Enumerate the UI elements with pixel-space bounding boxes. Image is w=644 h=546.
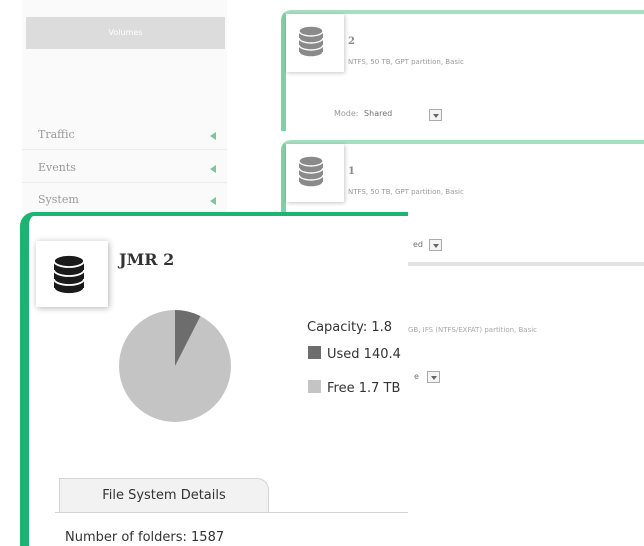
legend-free: Free 1.7 TB [308,380,400,396]
triangle-left-icon [210,132,216,140]
tab-file-system-details[interactable]: File System Details [59,478,269,512]
volume-detail-panel: JMR 2 Capacity: 1.8 Used 140.4 Free 1.7 … [20,212,408,546]
sidebar-item-volumes[interactable]: Volumes [26,17,225,49]
database-icon [298,25,324,58]
volume-card[interactable]: GB, IFS (NTFS/EXFAT) partition, Basic e [400,262,644,386]
mode-value[interactable]: Shared [364,109,392,118]
volume-card[interactable]: 2 NTFS, 50 TB, GPT partition, Basic Mode… [281,10,644,131]
legend-swatch-free [308,380,321,393]
folder-count: Number of folders: 1587 [65,530,225,545]
volume-icon-box [286,144,344,202]
sidebar-item-events[interactable]: Events [38,157,228,181]
usage-pie-chart [119,310,231,422]
mode-value[interactable]: e [414,372,419,381]
sidebar-item-label: System [38,193,79,206]
volume-title: JMR 2 [119,250,175,269]
volume-info: GB, IFS (NTFS/EXFAT) partition, Basic [408,326,538,334]
sidebar-item-label: Traffic [38,128,75,141]
sidebar: Volumes Traffic Events System [22,0,227,214]
sidebar-item-system[interactable]: System [38,189,228,213]
volume-info: NTFS, 50 TB, GPT partition, Basic [348,58,464,66]
volume-info: NTFS, 50 TB, GPT partition, Basic [348,188,464,196]
legend-used-label: Used 140.4 [327,347,401,362]
chevron-down-icon[interactable] [427,371,440,383]
volume-name: 2 [348,36,355,47]
legend-used: Used 140.4 [308,346,401,362]
mode-row: Mode: Shared [334,109,392,118]
divider [22,182,227,183]
database-icon [298,155,324,188]
volume-icon-box [286,14,344,72]
database-icon [53,254,85,295]
volume-icon-box [36,241,108,307]
chevron-down-icon[interactable] [429,109,442,121]
triangle-left-icon [210,165,216,173]
sidebar-item-traffic[interactable]: Traffic [38,124,228,148]
mode-value[interactable]: ed [413,240,423,249]
triangle-left-icon [210,197,216,205]
legend-swatch-used [308,346,321,359]
volume-name: 1 [348,166,355,177]
capacity-label: Capacity: 1.8 [307,320,393,335]
sidebar-item-label: Events [38,161,76,174]
chevron-down-icon[interactable] [429,239,442,251]
legend-free-label: Free 1.7 TB [327,381,401,396]
mode-label: Mode: [334,109,359,118]
divider [22,149,227,150]
